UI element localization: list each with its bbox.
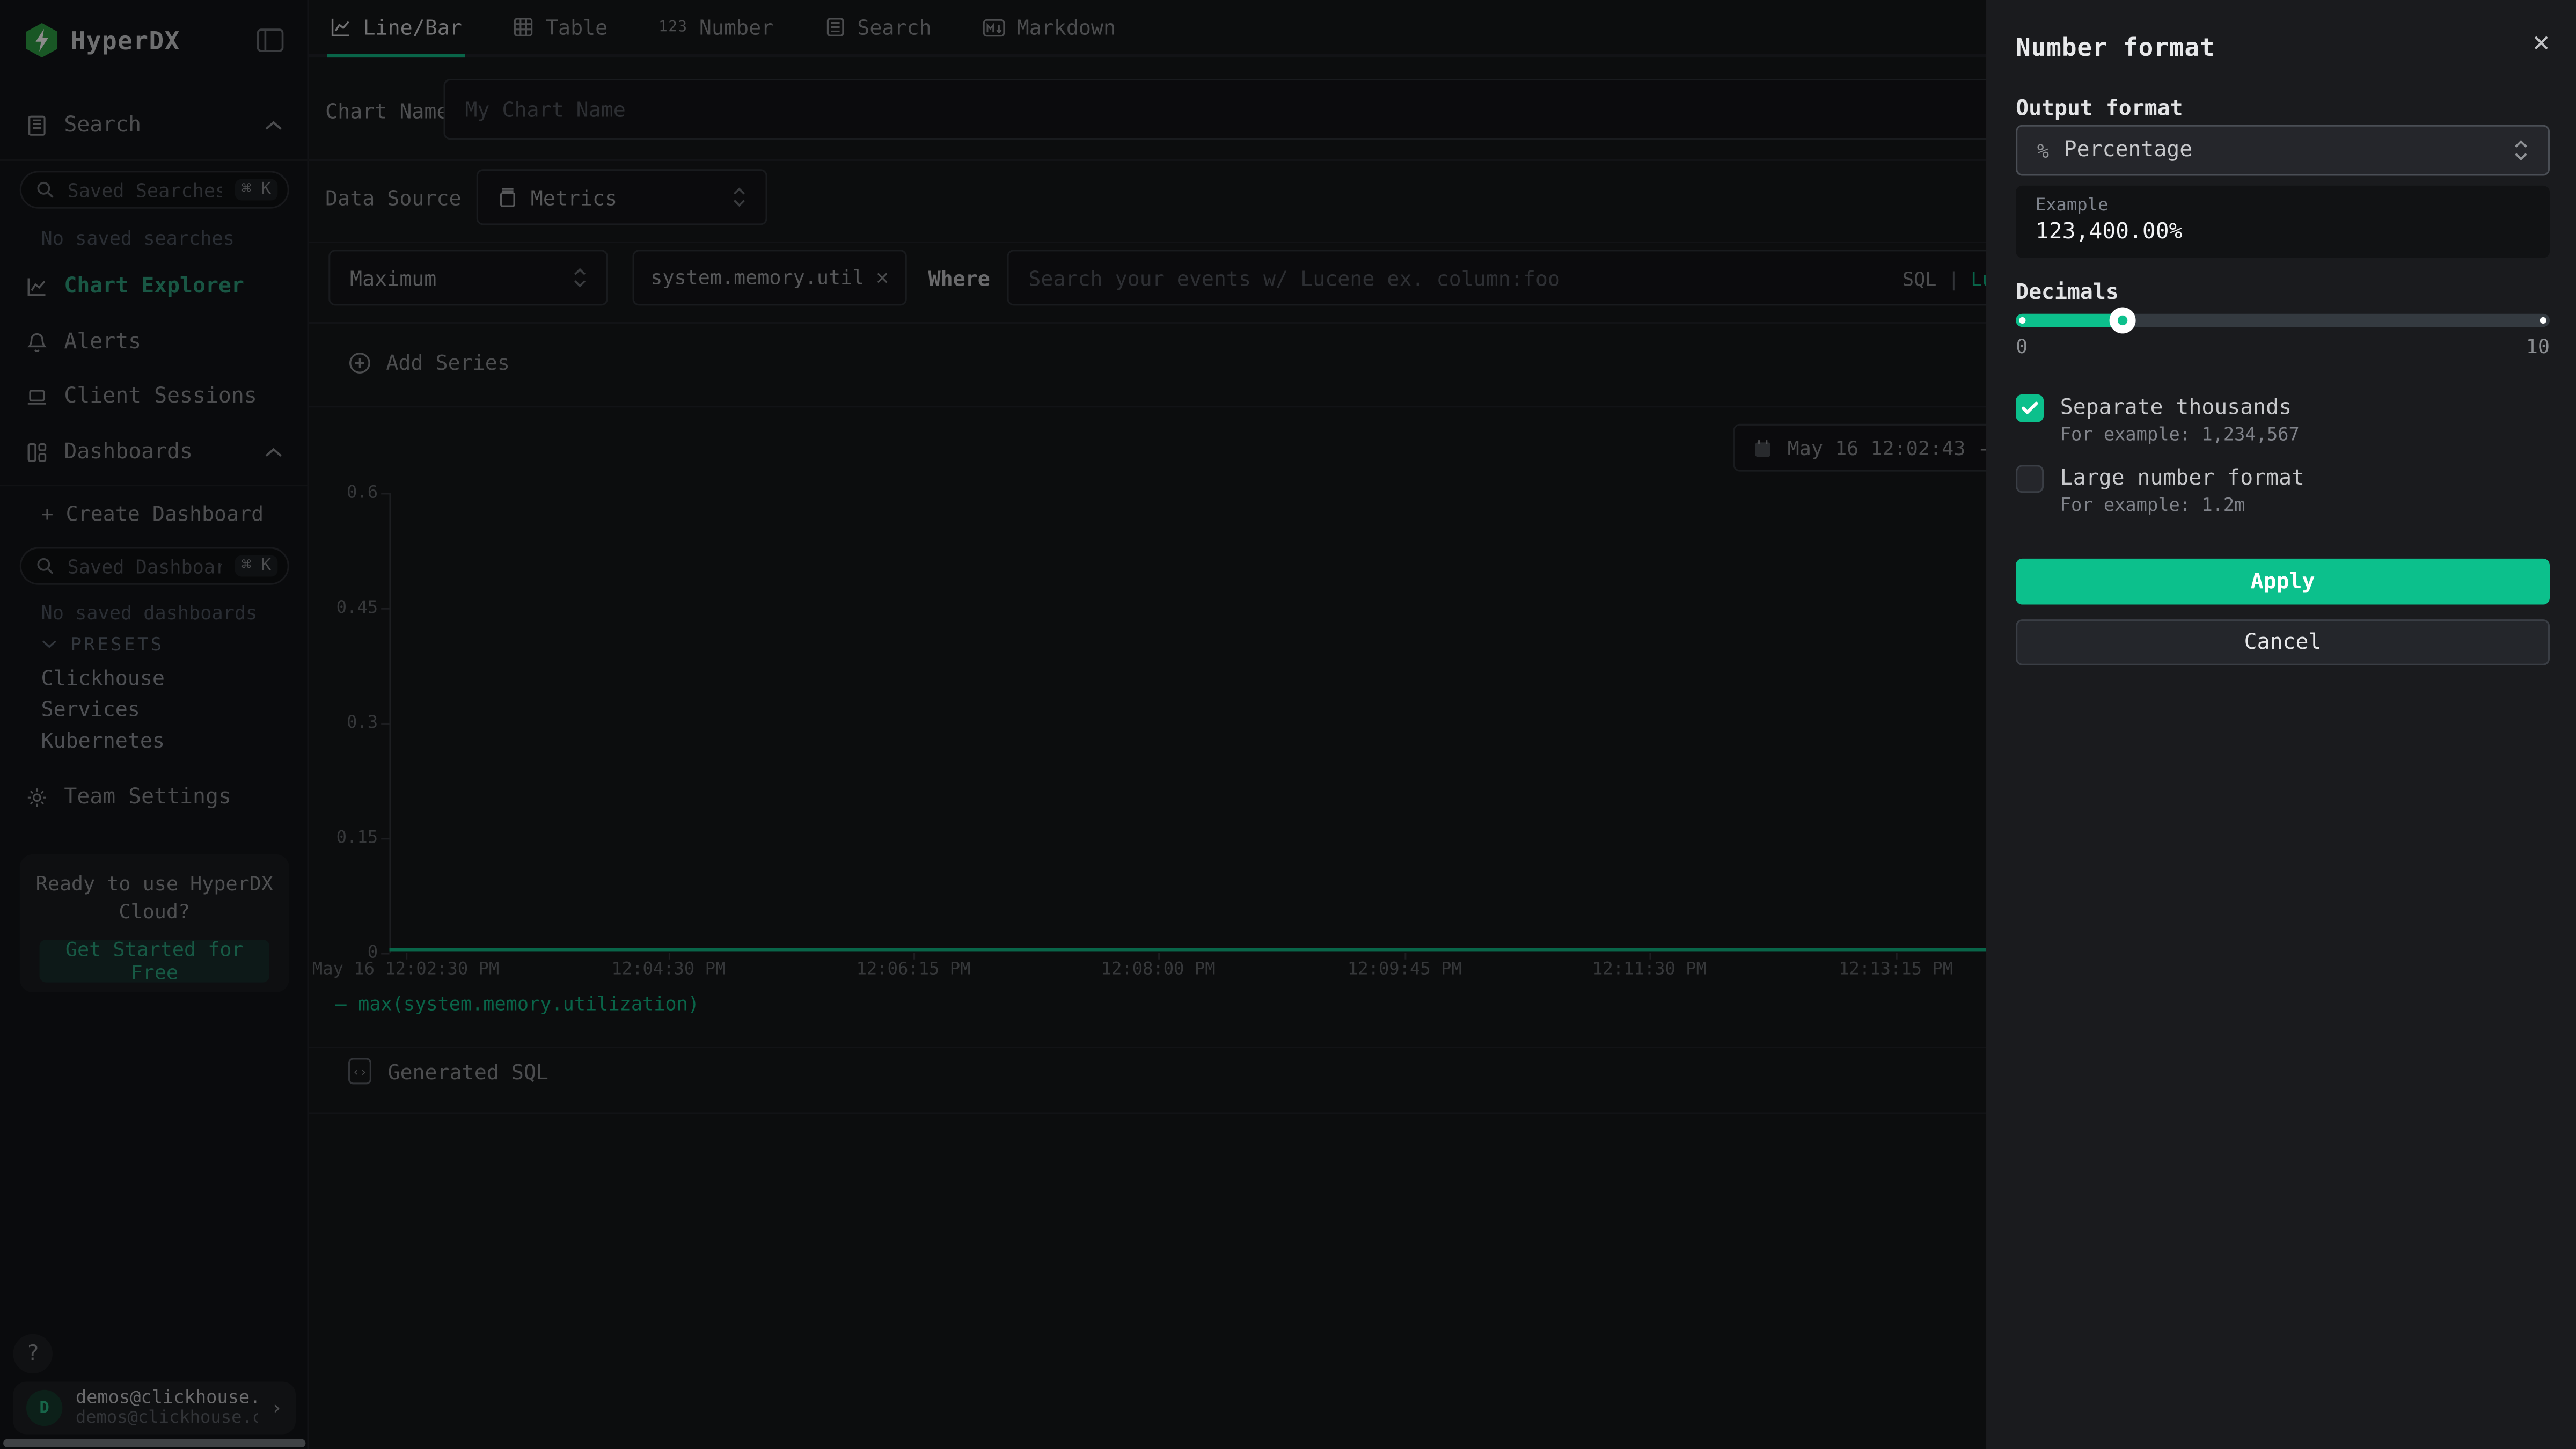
separate-thousands-hint: For example: 1,234,567 xyxy=(2060,424,2300,445)
drawer-title: Number format xyxy=(2016,33,2215,62)
slider-max-label: 10 xyxy=(2526,335,2550,358)
slider-mark-min xyxy=(2019,317,2025,324)
checkbox-unchecked-icon[interactable] xyxy=(2016,465,2044,493)
large-number-label: Large number format xyxy=(2060,465,2304,493)
separate-thousands-row[interactable]: Separate thousands xyxy=(2016,394,2292,422)
close-icon[interactable]: ✕ xyxy=(2533,30,2550,57)
slider-thumb[interactable] xyxy=(2110,307,2136,333)
decimals-slider[interactable] xyxy=(2016,314,2550,327)
output-format-label: Output format xyxy=(2016,97,2183,122)
format-example: Example 123,400.00% xyxy=(2016,186,2550,258)
example-value: 123,400.00% xyxy=(2036,218,2530,245)
decimals-label: Decimals xyxy=(2016,281,2119,305)
separate-thousands-label: Separate thousands xyxy=(2060,394,2292,422)
slider-fill xyxy=(2016,314,2123,327)
output-format-select[interactable]: % Percentage xyxy=(2016,125,2550,176)
slider-min-label: 0 xyxy=(2016,335,2028,358)
percent-icon: % xyxy=(2037,139,2049,162)
example-label: Example xyxy=(2036,195,2530,215)
output-format-value: Percentage xyxy=(2064,138,2193,163)
hyperdx-app: HyperDX Search ⌘ K No saved searches Cha… xyxy=(0,0,2576,1449)
checkbox-checked-icon[interactable] xyxy=(2016,394,2044,422)
large-number-hint: For example: 1.2m xyxy=(2060,494,2245,516)
cancel-button[interactable]: Cancel xyxy=(2016,619,2550,665)
chevron-updown-icon xyxy=(2514,138,2529,163)
slider-mark-max xyxy=(2540,317,2546,324)
number-format-drawer: Number format ✕ Output format % Percenta… xyxy=(1986,0,2576,1449)
large-number-row[interactable]: Large number format xyxy=(2016,465,2304,493)
apply-button[interactable]: Apply xyxy=(2016,559,2550,605)
